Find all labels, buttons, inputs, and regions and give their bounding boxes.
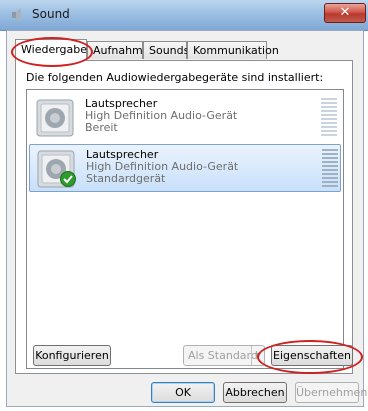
close-icon: ✕ bbox=[339, 5, 351, 20]
dialog-body: Wiedergabe Aufnahme Sounds Kommunikation… bbox=[6, 30, 367, 407]
set-default-label: Als Standard bbox=[188, 349, 258, 362]
volume-meter bbox=[322, 149, 338, 189]
cancel-button[interactable]: Abbrechen bbox=[223, 382, 287, 403]
tab-aufnahme[interactable]: Aufnahme bbox=[87, 41, 150, 59]
title-bar[interactable]: Sound ✕ bbox=[0, 0, 368, 31]
speaker-icon bbox=[12, 8, 21, 22]
device-item[interactable]: Lautsprecher High Definition Audio-Gerät… bbox=[29, 94, 341, 142]
panel-caption: Die folgenden Audiowiedergabegeräte sind… bbox=[26, 71, 324, 84]
checkmark-icon bbox=[60, 171, 76, 187]
device-item-selected[interactable]: Lautsprecher High Definition Audio-Gerät… bbox=[29, 144, 341, 192]
sound-dialog: Sound ✕ Wiedergabe Aufnahme Sounds Kommu… bbox=[0, 0, 368, 411]
tab-wiedergabe[interactable]: Wiedergabe bbox=[15, 39, 87, 61]
configure-button[interactable]: Konfigurieren bbox=[33, 345, 111, 366]
apply-button[interactable]: Übernehmen bbox=[295, 382, 367, 403]
device-status: Standardgerät bbox=[86, 172, 166, 185]
window-title: Sound bbox=[32, 7, 70, 21]
set-default-button[interactable]: Als Standard ▼ bbox=[183, 345, 265, 366]
close-button[interactable]: ✕ bbox=[324, 3, 366, 23]
device-status: Bereit bbox=[85, 121, 118, 134]
ok-button[interactable]: OK bbox=[151, 382, 215, 403]
tab-sounds[interactable]: Sounds bbox=[143, 41, 189, 59]
tab-kommunikation[interactable]: Kommunikation bbox=[187, 41, 279, 59]
playback-panel: Die folgenden Audiowiedergabegeräte sind… bbox=[15, 60, 353, 374]
speaker-icon bbox=[36, 99, 74, 137]
volume-meter bbox=[321, 98, 337, 138]
device-list: Lautsprecher High Definition Audio-Gerät… bbox=[26, 89, 344, 369]
chevron-down-icon[interactable]: ▼ bbox=[251, 346, 264, 365]
properties-button[interactable]: Eigenschaften bbox=[271, 345, 353, 366]
